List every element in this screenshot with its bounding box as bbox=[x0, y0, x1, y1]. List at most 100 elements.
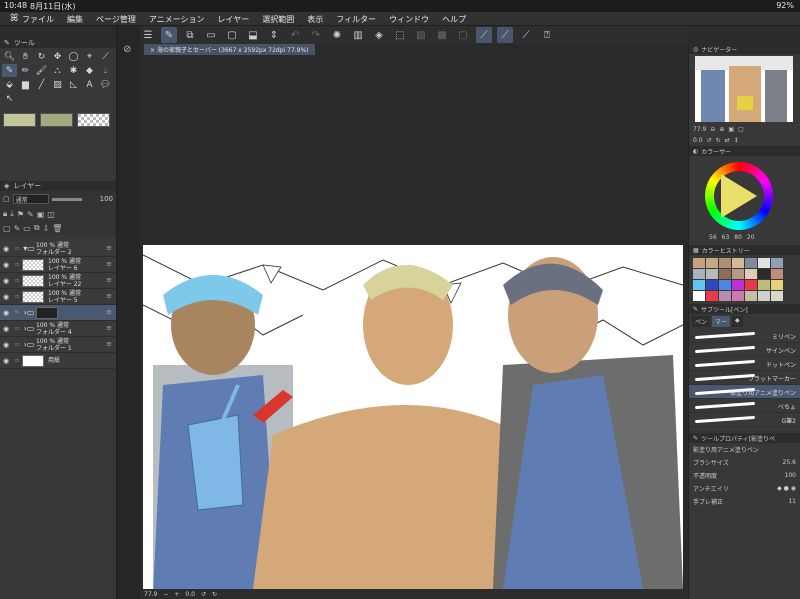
save-icon[interactable]: ⬓ bbox=[245, 27, 261, 43]
sub-color-swatch[interactable] bbox=[40, 113, 73, 127]
operation-icon[interactable]: ↖ bbox=[2, 92, 17, 105]
history-color-swatch[interactable] bbox=[732, 258, 744, 268]
perspective-icon[interactable]: ⟋ bbox=[518, 27, 534, 43]
new-layer-icon[interactable]: ▢ bbox=[3, 224, 11, 233]
zoom-in-icon[interactable]: ⊕ bbox=[719, 126, 724, 133]
settings-icon[interactable]: ⊘ bbox=[123, 44, 131, 55]
layer-menu-icon[interactable]: ≡ bbox=[106, 324, 112, 332]
layer-row[interactable]: ◉ ▫ 100 % 通常 レイヤー 22 ≡ bbox=[0, 273, 116, 289]
draft-icon[interactable]: ✎ bbox=[27, 210, 34, 219]
fill-icon[interactable]: ◈ bbox=[371, 27, 387, 43]
lock-transparent-icon[interactable]: 🔒︎ bbox=[3, 209, 7, 219]
history-color-swatch[interactable] bbox=[693, 280, 705, 290]
auto-select-icon[interactable]: ⌖ bbox=[82, 50, 97, 63]
new-folder-icon[interactable]: ▭ bbox=[23, 224, 31, 233]
fit-icon[interactable]: ▣ bbox=[728, 126, 734, 133]
opacity-slider[interactable] bbox=[51, 197, 82, 201]
blend-icon[interactable]: 💧︎ bbox=[98, 64, 113, 77]
folder-icon[interactable]: ›▭ bbox=[22, 308, 36, 317]
color-wheel[interactable] bbox=[705, 162, 773, 230]
frame-icon[interactable]: ▨ bbox=[50, 78, 65, 91]
layer-row[interactable]: ◉ ▫ ›▭ 100 % 通常 フォルダー 1 ≡ bbox=[0, 337, 116, 353]
menu-help[interactable]: ヘルプ bbox=[442, 14, 466, 25]
history-color-swatch[interactable] bbox=[719, 291, 731, 301]
menu-page[interactable]: ページ管理 bbox=[96, 14, 136, 25]
brush-size-row[interactable]: ブラシサイズ 25.6 bbox=[689, 456, 800, 469]
zoom-out-icon[interactable]: − bbox=[163, 591, 168, 598]
lock-toggle-icon[interactable]: ▫ bbox=[12, 261, 22, 268]
menu-animation[interactable]: アニメーション bbox=[149, 14, 205, 25]
menu-filter[interactable]: フィルター bbox=[336, 14, 376, 25]
app-logo-icon[interactable]: ꕤ bbox=[10, 13, 18, 24]
blend-mode-select[interactable]: 通常 bbox=[12, 194, 49, 204]
snap-icon[interactable]: ⟋ bbox=[497, 27, 513, 43]
lock-toggle-icon[interactable]: ▫ bbox=[12, 357, 22, 364]
history-color-swatch[interactable] bbox=[758, 291, 770, 301]
hand-icon[interactable]: ✋︎ bbox=[18, 50, 33, 63]
layer-row[interactable]: ◉ ▫ 100 % 通常 レイヤー 5 ≡ bbox=[0, 289, 116, 305]
zoom-value[interactable]: 77.9 bbox=[144, 591, 157, 598]
visibility-eye-icon[interactable]: ◉ bbox=[0, 341, 12, 349]
preview-icon[interactable]: ⧉ bbox=[182, 27, 198, 43]
layer-row[interactable]: ◉ ▫ ▾▭ 100 % 通常 フォルダー 2 ≡ bbox=[0, 241, 116, 257]
undo-icon[interactable]: ↶ bbox=[287, 27, 303, 43]
figure-icon[interactable]: ╱ bbox=[34, 78, 49, 91]
brush-item[interactable]: べちょ bbox=[689, 399, 800, 413]
main-color-swatch[interactable] bbox=[3, 113, 36, 127]
history-color-swatch[interactable] bbox=[771, 269, 783, 279]
history-color-swatch[interactable] bbox=[706, 280, 718, 290]
tab-other[interactable]: ◆ bbox=[732, 316, 743, 327]
history-color-swatch[interactable] bbox=[758, 269, 770, 279]
history-color-swatch[interactable] bbox=[732, 280, 744, 290]
history-color-swatch[interactable] bbox=[719, 258, 731, 268]
selection-box-icon[interactable]: ▢ bbox=[455, 27, 471, 43]
layer-row[interactable]: ◉ ▫ 100 % 通常 レイヤー 6 ≡ bbox=[0, 257, 116, 273]
brush-size-value[interactable]: 25.6 bbox=[783, 459, 796, 466]
navigator-thumbnail[interactable] bbox=[695, 56, 793, 122]
zoom-icon[interactable]: 🔍︎ bbox=[2, 50, 17, 63]
layer-menu-icon[interactable]: ≡ bbox=[106, 292, 112, 300]
redo-icon[interactable]: ↷ bbox=[308, 27, 324, 43]
history-color-swatch[interactable] bbox=[771, 258, 783, 268]
history-color-swatch[interactable] bbox=[732, 291, 744, 301]
opacity-row[interactable]: 不透明度 100 bbox=[689, 469, 800, 482]
airbrush-icon[interactable]: ⛬ bbox=[50, 64, 65, 77]
history-color-swatch[interactable] bbox=[732, 269, 744, 279]
invert-selection-icon[interactable]: ▩ bbox=[434, 27, 450, 43]
document-tab[interactable]: × 海の家親子とセーバー (3667 x 2592px 72dpi 77.9%) bbox=[144, 44, 315, 55]
history-color-swatch[interactable] bbox=[758, 258, 770, 268]
history-color-swatch[interactable] bbox=[706, 291, 718, 301]
rotate-icon[interactable]: ↻ bbox=[34, 50, 49, 63]
pencil-icon[interactable]: ✏ bbox=[18, 64, 33, 77]
layer-menu-icon[interactable]: ≡ bbox=[106, 340, 112, 348]
stabilization-row[interactable]: 手ブレ補正 11 bbox=[689, 495, 800, 508]
transparent-color-swatch[interactable] bbox=[77, 113, 110, 127]
history-color-swatch[interactable] bbox=[758, 280, 770, 290]
visibility-eye-icon[interactable]: ◉ bbox=[0, 325, 12, 333]
eyedropper-icon[interactable]: ⟋ bbox=[98, 50, 113, 63]
hamburger-icon[interactable]: ☰ bbox=[140, 27, 156, 43]
history-color-swatch[interactable] bbox=[745, 291, 757, 301]
brush-item[interactable]: ミリペン bbox=[689, 329, 800, 343]
balloon-icon[interactable]: 💬︎ bbox=[98, 78, 113, 91]
rotate-right-icon[interactable]: ↻ bbox=[212, 591, 217, 598]
opacity-value[interactable]: 100 bbox=[785, 472, 796, 479]
lock-icon[interactable]: ▢ bbox=[3, 195, 10, 203]
edit-mode-icon[interactable]: ✎ bbox=[161, 27, 177, 43]
open-icon[interactable]: ▢ bbox=[224, 27, 240, 43]
menu-layer[interactable]: レイヤー bbox=[218, 14, 250, 25]
rotate-left-icon[interactable]: ↺ bbox=[707, 137, 712, 144]
visibility-eye-icon[interactable]: ◉ bbox=[0, 309, 12, 317]
history-color-swatch[interactable] bbox=[719, 269, 731, 279]
decoration-icon[interactable]: ✱ bbox=[66, 64, 81, 77]
visibility-eye-icon[interactable]: ◉ bbox=[0, 261, 12, 269]
lock-toggle-icon[interactable]: ▫ bbox=[12, 325, 22, 332]
brush-item[interactable]: G筆2 bbox=[689, 413, 800, 427]
deselect-icon[interactable]: ▨ bbox=[413, 27, 429, 43]
loading-icon[interactable]: ✺ bbox=[329, 27, 345, 43]
history-color-swatch[interactable] bbox=[693, 258, 705, 268]
brush-item[interactable]: サインペン bbox=[689, 343, 800, 357]
layer-row[interactable]: ◉ ▫ ›▭ 100 % 通常 フォルダー 4 ≡ bbox=[0, 321, 116, 337]
gradient-icon[interactable]: ▆ bbox=[18, 78, 33, 91]
menu-view[interactable]: 表示 bbox=[307, 14, 323, 25]
